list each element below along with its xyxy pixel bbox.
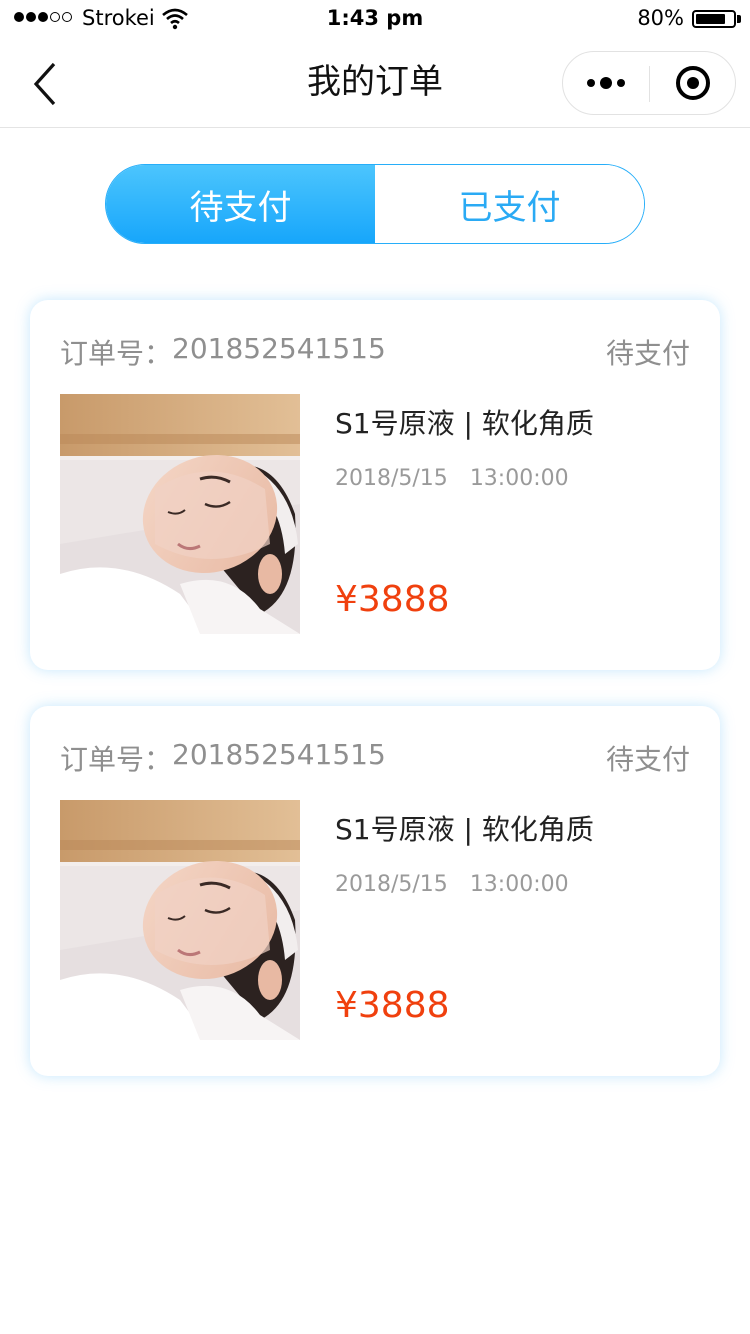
order-number: 201852541515 [172,332,386,365]
tab-paid[interactable]: 已支付 [375,165,644,243]
order-header: 订单号： 201852541515 待支付 [60,330,690,374]
order-number-line: 订单号： 201852541515 [60,332,386,372]
capsule-divider [649,66,650,102]
order-datetime: 2018/5/15 13:00:00 [335,872,690,897]
product-thumbnail[interactable] [60,800,300,1040]
order-header: 订单号： 201852541515 待支付 [60,736,690,780]
order-info: S1号原液 | 软化角质 2018/5/15 13:00:00 [335,404,690,491]
order-number-label: 订单号： [60,337,173,370]
order-card[interactable]: 订单号： 201852541515 待支付 S1号原液 | 软化角质 2018/… [30,706,720,1076]
product-name: S1号原液 | 软化角质 [335,407,594,440]
order-status: 待支付 [605,743,690,776]
order-number-line: 订单号： 201852541515 [60,738,386,778]
order-datetime: 2018/5/15 13:00:00 [335,466,690,491]
order-info: S1号原液 | 软化角质 2018/5/15 13:00:00 [335,810,690,897]
order-number-label: 订单号： [60,743,173,776]
order-price: ¥3888 [335,985,450,1026]
status-bar: Strokei 1:43 pm 80% [0,0,750,40]
order-price: ¥3888 [335,579,450,620]
product-name: S1号原液 | 软化角质 [335,813,594,846]
navigation-bar: 我的订单 [0,40,750,128]
product-photo [60,800,300,1040]
battery-icon [692,10,736,28]
target-ring-icon [676,66,710,100]
order-status: 待支付 [605,337,690,370]
order-status-tabs: 待支付 已支付 [105,164,645,244]
battery-percent: 80% [637,6,684,30]
more-button[interactable] [563,52,649,114]
product-photo [60,394,300,634]
more-dots-icon [587,79,595,87]
mini-program-capsule [562,51,736,115]
order-date: 2018/5/15 [335,872,448,897]
order-number: 201852541515 [172,738,386,771]
order-time: 13:00:00 [469,872,569,897]
product-thumbnail[interactable] [60,394,300,634]
order-date: 2018/5/15 [335,466,448,491]
tab-unpaid[interactable]: 待支付 [106,165,375,243]
order-card[interactable]: 订单号： 201852541515 待支付 S1号原液 | 软化角质 2018/… [30,300,720,670]
close-button[interactable] [651,52,735,114]
order-time: 13:00:00 [469,466,569,491]
